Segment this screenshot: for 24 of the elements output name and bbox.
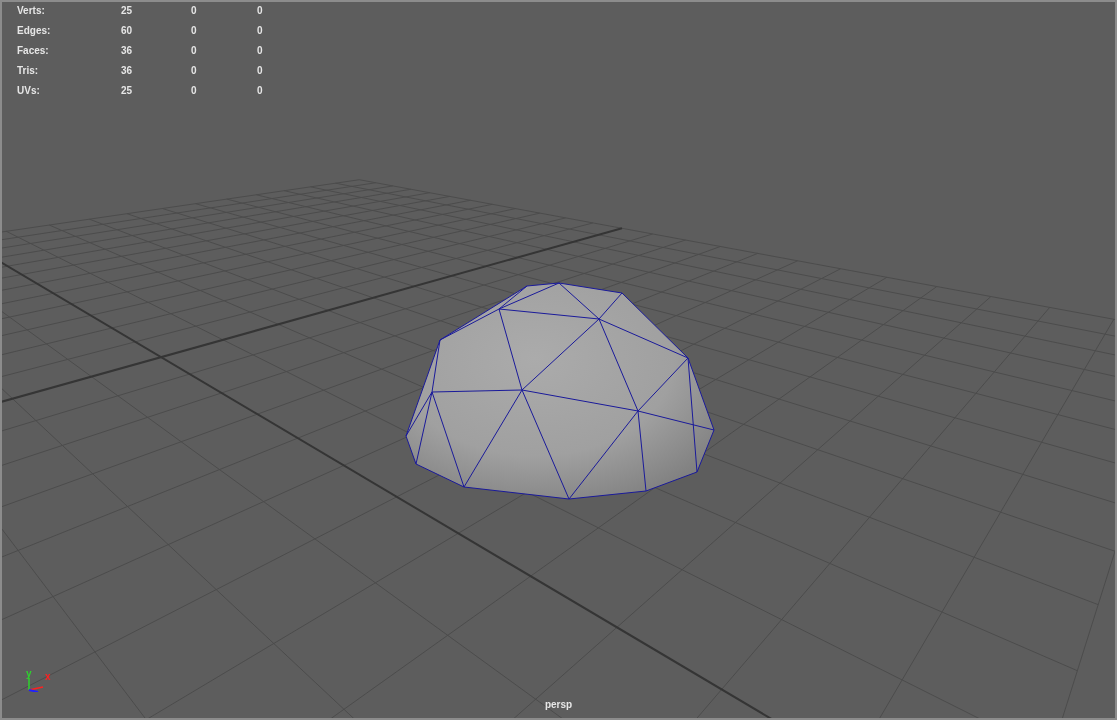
stat-value: 60 <box>121 24 134 38</box>
viewport[interactable]: Verts: 25 0 0 Edges: 60 0 0 Faces: 36 0 0 Tris: 36 0 0 UVs: 25 0 0 y x persp <box>0 0 1117 720</box>
stat-value: 0 <box>257 44 264 58</box>
stat-value: 0 <box>191 4 198 18</box>
stat-label: Edges: <box>17 24 52 38</box>
axis-label: x <box>45 672 51 682</box>
stat-label: Tris: <box>17 64 40 78</box>
stat-value: 0 <box>191 24 198 38</box>
stat-value: 0 <box>191 64 198 78</box>
stat-value: 0 <box>191 44 198 58</box>
camera-label: persp <box>544 699 573 710</box>
stat-value: 0 <box>257 64 264 78</box>
stat-value: 0 <box>191 84 198 98</box>
stat-value: 36 <box>121 64 134 78</box>
stat-value: 0 <box>257 4 264 18</box>
stat-label: UVs: <box>17 84 41 98</box>
stat-value: 25 <box>121 84 134 98</box>
stat-value: 25 <box>121 4 134 18</box>
stat-value: 0 <box>257 84 264 98</box>
stat-label: Verts: <box>17 4 46 18</box>
stat-value: 36 <box>121 44 134 58</box>
stat-value: 0 <box>257 24 264 38</box>
axis-label: y <box>26 669 32 679</box>
stat-label: Faces: <box>17 44 50 58</box>
